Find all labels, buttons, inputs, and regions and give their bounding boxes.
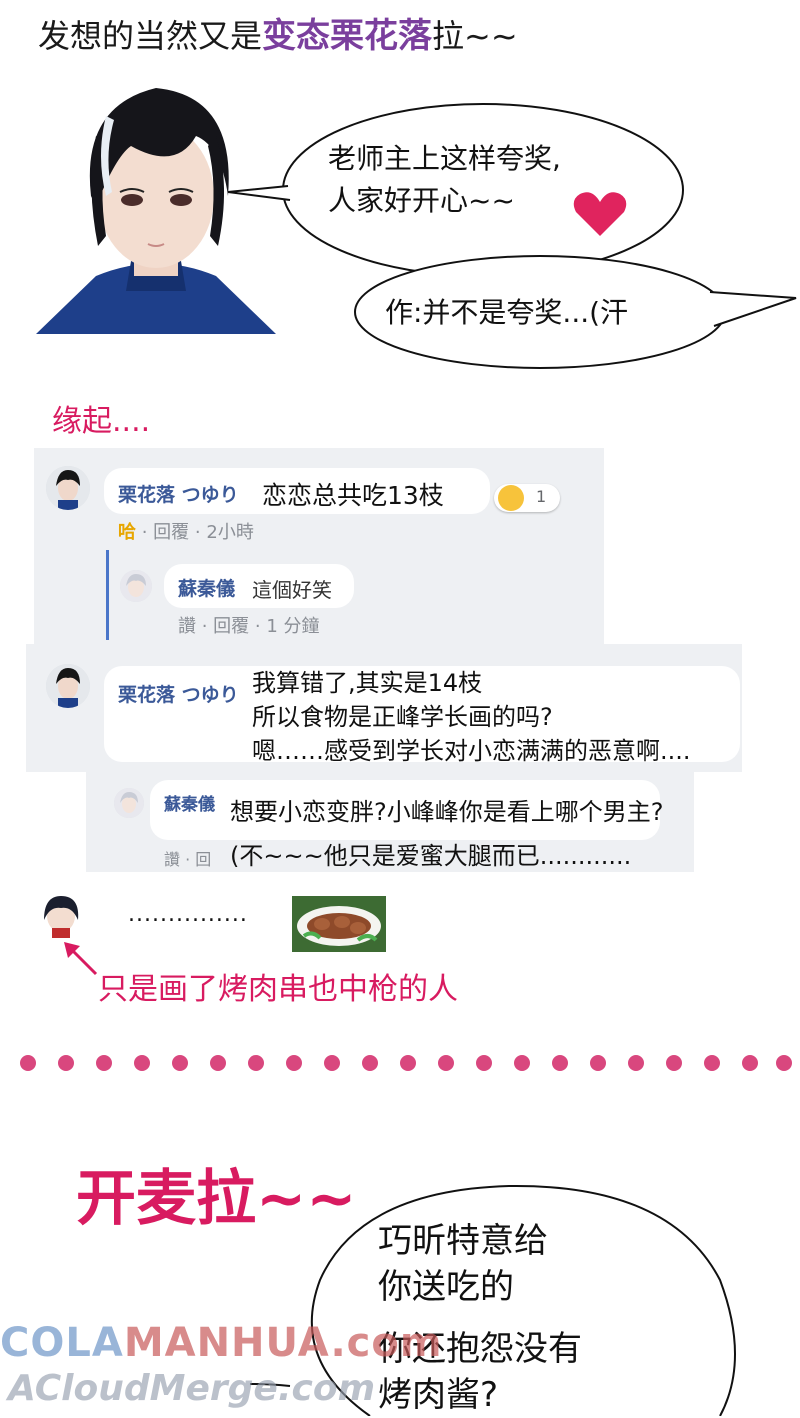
like-link[interactable]: 讚 [164,850,180,869]
divider-dot [20,1055,36,1071]
like-link[interactable]: 讚 [178,616,196,637]
divider-dot [590,1055,606,1071]
divider-dot [58,1055,74,1071]
comment-time: · 2小時 [194,522,254,543]
comment-meta: 讚 · 回覆 · 1 分鐘 [178,612,320,638]
divider-dot [210,1055,226,1071]
divider-dot [134,1055,150,1071]
divider-dot [286,1055,302,1071]
heart-icon [573,192,627,236]
avatar[interactable] [46,664,90,708]
watermark: COLAMANHUA.com [0,1320,443,1366]
comment-author[interactable]: 栗花落 つゆり [118,680,239,707]
comment-author[interactable]: 栗花落 つゆり [118,480,239,507]
section-label-origin: 缘起.... [52,404,151,439]
speech-text-3: 巧昕特意给 你送吃的 你还抱怨没有 烤肉酱? [378,1218,582,1418]
title-suffix: 拉~~ [432,17,518,55]
comment-meta: 讚 · 回 [164,846,211,870]
watermark-part: MANHUA [123,1320,331,1366]
comment-meta: 哈 · 回覆 · 2小時 [118,518,254,544]
comment-line: (不~~~他只是爱蜜大腿而已............ [230,842,632,870]
comment-line: 我算错了,其实是14枝 [252,669,483,697]
reply-link[interactable]: · 回覆 [142,522,189,543]
comment-text: 恋恋总共吃13枝 [262,481,444,510]
speech-text-2: 作:并不是夸奖...(汗 [385,296,629,329]
speech-line: 你送吃的 [378,1267,514,1307]
watermark-part: COLA [0,1320,124,1366]
speech-line: 烤肉酱? [378,1375,499,1415]
divider-dot [704,1055,720,1071]
speech-text-1a: 老师主上这样夸奖, [328,142,561,175]
divider-dot [514,1055,530,1071]
comment-author[interactable]: 蘇秦儀 [178,574,235,601]
comment-line: 所以食物是正峰学长画的吗? [252,703,553,731]
skewer-food-image [292,896,386,952]
divider-dot [324,1055,340,1071]
avatar[interactable] [120,570,152,602]
reply-link[interactable]: · 回 [185,850,211,869]
reaction-badge[interactable]: 1 [494,484,560,512]
reaction-label[interactable]: 哈 [118,522,136,543]
comment-text: 想要小恋变胖?小峰峰你是看上哪个男主? (不~~~他只是爱蜜大腿而已......… [230,790,663,878]
divider-dot [438,1055,454,1071]
divider-dot [248,1055,264,1071]
speech-line: 巧昕特意给 [378,1221,548,1261]
divider-dot [362,1055,378,1071]
divider-dot [552,1055,568,1071]
comment-text: 我算错了,其实是14枝 所以食物是正峰学长画的吗? 嗯……感受到学长对小恋满满的… [252,666,691,768]
laugh-emoji-icon [498,485,524,511]
caption-text: 只是画了烤肉串也中枪的人 [98,972,458,1007]
comment-text: 這個好笑 [252,578,332,602]
comment-line: 想要小恋变胖?小峰峰你是看上哪个男主? [230,798,664,826]
divider-dot [666,1055,682,1071]
divider-dot [628,1055,644,1071]
title-prefix: 发想的当然又是 [38,17,263,55]
title-highlight: 变态栗花落 [262,16,433,56]
divider-dot [96,1055,112,1071]
divider-dot [742,1055,758,1071]
divider-dot [776,1055,792,1071]
speech-text-1b: 人家好开心~~ [328,184,515,217]
reply-link[interactable]: · 回覆 [202,616,249,637]
divider-dot [172,1055,188,1071]
comment-time: · 1 分鐘 [254,616,320,637]
divider-dot [476,1055,492,1071]
avatar[interactable] [46,466,90,510]
avatar[interactable] [114,788,144,818]
reply-indicator [106,550,109,640]
arrow-icon [64,942,98,976]
reaction-count: 1 [536,487,547,506]
ellipsis-text: ............... [128,902,248,927]
chibi-character-icon [44,896,79,938]
comment-author[interactable]: 蘇秦儀 [164,790,215,815]
watermark-secondary: ACloudMerge.com [8,1368,376,1409]
divider-dot [400,1055,416,1071]
page-title: 发想的当然又是变态栗花落拉~~ [38,8,518,57]
comment-line: 嗯……感受到学长对小恋满满的恶意啊.... [252,737,691,765]
watermark-part: .com [330,1320,443,1366]
